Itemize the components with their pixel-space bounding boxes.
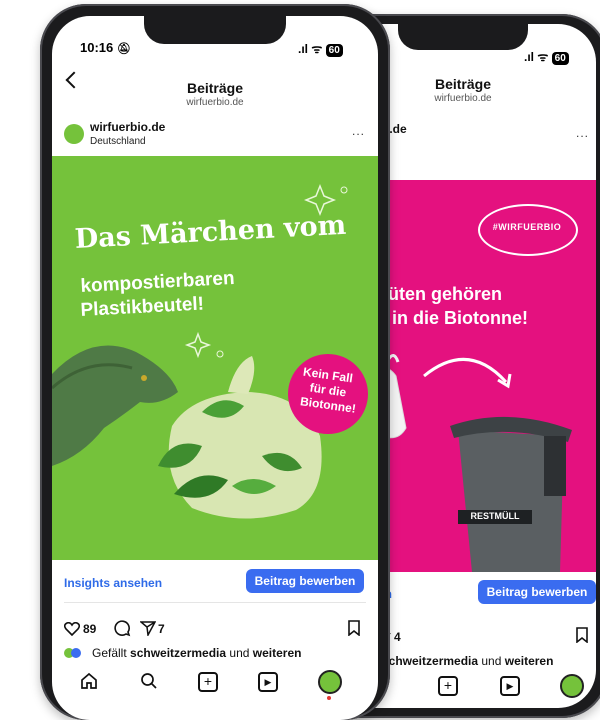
post-illustration (52, 183, 368, 519)
divider (64, 602, 366, 603)
time-text: 10:16 (80, 40, 114, 55)
likes-user[interactable]: schweitzermedia (130, 646, 226, 660)
back-page-subtitle: wirfuerbio.de (434, 93, 492, 104)
status-time: 10:16 🔕︎ (80, 40, 131, 55)
back-more-icon[interactable]: ... (576, 126, 589, 140)
status-icons: .ıl ᯤ 60 (298, 40, 343, 57)
back-page-title: Beiträge (434, 76, 492, 92)
back-notch (398, 24, 528, 50)
likes-prefix: Gefällt (92, 646, 131, 660)
heart-icon[interactable] (64, 622, 80, 636)
back-likes-end[interactable]: weiteren (505, 654, 554, 668)
back-chevron-icon[interactable] (65, 71, 83, 89)
more-options-icon[interactable]: ... (352, 124, 365, 138)
reels-icon[interactable]: ▶ (258, 672, 278, 692)
profile-avatar[interactable] (64, 124, 84, 144)
create-post-icon[interactable]: + (198, 672, 218, 692)
like-count: 89 (83, 622, 97, 636)
location: Deutschland (90, 136, 146, 147)
liked-by-avatars (64, 648, 86, 658)
back-likes-user[interactable]: schweitzermedia (382, 654, 478, 668)
likes-mid: und (226, 646, 253, 660)
profile-nav-avatar[interactable] (318, 670, 342, 694)
bin-label: RESTMÜLL (470, 511, 520, 521)
username[interactable]: wirfuerbio.de (90, 120, 165, 134)
comment-icon[interactable] (114, 620, 131, 637)
notification-dot (327, 696, 331, 700)
back-bookmark-icon[interactable] (576, 627, 588, 643)
likes-text: Gefällt schweitzermedia und weiteren (92, 646, 301, 660)
promote-button[interactable]: Beitrag bewerben (246, 569, 364, 593)
share-count: 7 (158, 622, 165, 636)
liker-avatar-2 (71, 648, 81, 658)
post-image: Das Märchen vom kompostierbaren Plastikb… (52, 156, 378, 560)
page-title: Beiträge (186, 80, 244, 96)
battery-icon: 60 (325, 44, 343, 57)
share-icon[interactable] (140, 621, 156, 636)
silent-icon: 🔕︎ (116, 43, 131, 55)
back-share-count: 4 (394, 630, 401, 644)
back-likes-text: schweitzermedia und weiteren (382, 654, 553, 668)
front-phone: 10:16 🔕︎ .ıl ᯤ 60 Beiträge wirfuerbio.de… (40, 4, 390, 720)
back-nav-add-icon[interactable]: + (438, 676, 458, 696)
back-likes-mid: und (478, 654, 505, 668)
page-subtitle: wirfuerbio.de (186, 97, 244, 108)
insights-link[interactable]: Insights ansehen (64, 576, 162, 590)
back-nav-profile-avatar[interactable] (560, 674, 584, 698)
likes-end[interactable]: weiteren (253, 646, 302, 660)
back-nav-reels-icon[interactable]: ▶ (500, 676, 520, 696)
home-icon[interactable] (80, 672, 98, 690)
front-notch (144, 16, 286, 44)
battery-icon: 60 (551, 52, 569, 65)
back-status-icons: .ıl ᯤ 60 (524, 48, 569, 65)
bookmark-icon[interactable] (348, 620, 360, 636)
back-promote-button[interactable]: Beitrag bewerben (478, 580, 596, 604)
front-phone-screen: 10:16 🔕︎ .ıl ᯤ 60 Beiträge wirfuerbio.de… (52, 16, 378, 720)
search-icon[interactable] (140, 672, 158, 690)
